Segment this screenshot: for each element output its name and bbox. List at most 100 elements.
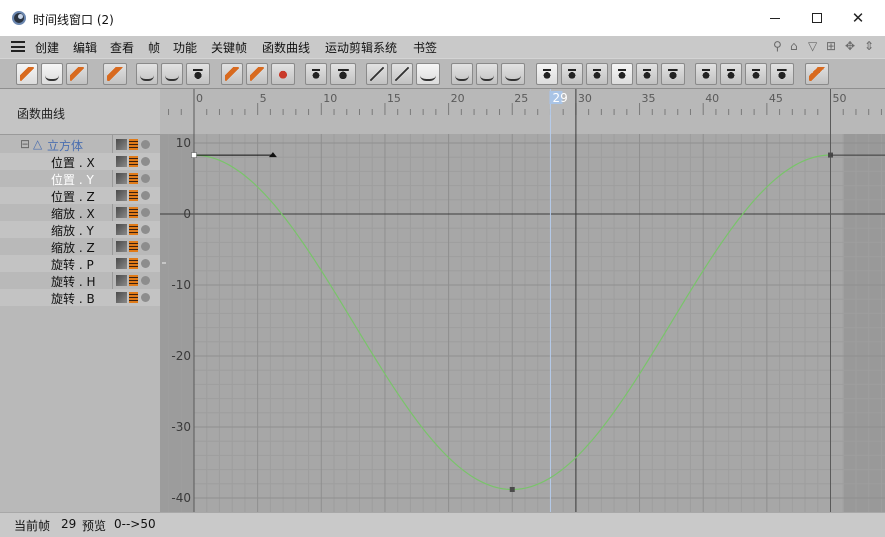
zero-length-button[interactable] bbox=[561, 63, 583, 85]
menu-bar: 创建 编辑 查看 帧 功能 关键帧 函数曲线 运动剪辑系统 书签 ⚲ ⌂ ▽ ⊞… bbox=[0, 36, 885, 58]
frame-tick-label: 30 bbox=[578, 92, 592, 105]
menu-create[interactable]: 创建 bbox=[35, 39, 59, 56]
frame-tick-label: 20 bbox=[451, 92, 465, 105]
f-curve-canvas[interactable]: 0 5 10 15 20 25 30 35 40 45 50 100-10-20-30-40 29 bbox=[160, 89, 885, 512]
track-row-rot-b[interactable]: 旋转 . B bbox=[0, 289, 160, 306]
key-lock-time-button[interactable] bbox=[695, 63, 717, 85]
insert-key-button[interactable] bbox=[246, 63, 268, 85]
record-key-button[interactable] bbox=[103, 63, 127, 85]
track-controls[interactable] bbox=[116, 207, 152, 218]
value-ruler bbox=[160, 89, 194, 512]
zero-angle-button[interactable] bbox=[536, 63, 558, 85]
frame-selected-button[interactable] bbox=[161, 63, 183, 85]
value-tick-label: -20 bbox=[171, 349, 191, 363]
menu-edit[interactable]: 编辑 bbox=[73, 39, 97, 56]
current-frame-label: 29 bbox=[552, 91, 567, 105]
track-controls[interactable] bbox=[116, 292, 152, 303]
mute-key-button[interactable] bbox=[745, 63, 767, 85]
value-tick-label: -40 bbox=[171, 491, 191, 505]
track-controls[interactable] bbox=[116, 156, 152, 167]
step-interp-button[interactable] bbox=[391, 63, 413, 85]
frame-tick-label: 35 bbox=[642, 92, 656, 105]
panel-header: 函数曲线 bbox=[0, 89, 160, 135]
frame-tick-label: 25 bbox=[514, 92, 528, 105]
frame-tick-label: 50 bbox=[833, 92, 847, 105]
menu-bookmarks[interactable]: 书签 bbox=[413, 39, 437, 56]
menu-f-curve[interactable]: 函数曲线 bbox=[262, 39, 310, 56]
key-lock-value-button[interactable] bbox=[720, 63, 742, 85]
lock-length-button[interactable] bbox=[611, 63, 633, 85]
menu-keyframes[interactable]: 关键帧 bbox=[211, 39, 247, 56]
toolbar bbox=[0, 58, 885, 89]
graph-background bbox=[160, 89, 885, 512]
track-controls[interactable] bbox=[116, 275, 152, 286]
menu-frame[interactable]: 帧 bbox=[148, 39, 160, 56]
track-label: 位置 . Z bbox=[51, 190, 95, 204]
title-bar: 时间线窗口 (2) ✕ bbox=[0, 0, 885, 36]
track-tree-panel: 函数曲线 ⊟ △ 立方体 位置 . X 位置 . Y 位置 . Z 缩放 . X… bbox=[0, 89, 160, 512]
spline-interp-button[interactable] bbox=[416, 63, 440, 85]
key-mode-button[interactable] bbox=[16, 63, 38, 85]
move-icon[interactable]: ✥ bbox=[845, 39, 855, 53]
track-row-pos-y[interactable]: 位置 . Y bbox=[0, 170, 160, 187]
close-button[interactable]: ✕ bbox=[838, 4, 878, 32]
current-frame-value: 29 bbox=[61, 517, 77, 531]
track-controls[interactable] bbox=[116, 258, 152, 269]
break-tangent-button[interactable] bbox=[305, 63, 327, 85]
add-key-button[interactable] bbox=[221, 63, 243, 85]
search-icon[interactable]: ⚲ bbox=[773, 39, 782, 53]
track-row-pos-z[interactable]: 位置 . Z bbox=[0, 187, 160, 204]
home-icon[interactable]: ⌂ bbox=[790, 39, 798, 53]
frame-preview-button[interactable] bbox=[186, 63, 210, 85]
track-controls[interactable] bbox=[116, 173, 152, 184]
track-controls[interactable] bbox=[116, 190, 152, 201]
new-window-icon[interactable]: ⊞ bbox=[826, 39, 836, 53]
lock-key-button[interactable] bbox=[770, 63, 794, 85]
track-row-rot-h[interactable]: 旋转 . H bbox=[0, 272, 160, 289]
panel-header-title: 函数曲线 bbox=[17, 107, 66, 121]
frame-tick-label: 5 bbox=[260, 92, 267, 105]
track-row-pos-x[interactable]: 位置 . X bbox=[0, 153, 160, 170]
linear-interp-button[interactable] bbox=[366, 63, 388, 85]
track-row-scale-z[interactable]: 缩放 . Z bbox=[0, 238, 160, 255]
track-label: 缩放 . Z bbox=[51, 241, 95, 255]
f-curve-mode-button[interactable] bbox=[41, 63, 63, 85]
collapse-toggle-icon[interactable]: ⊟ bbox=[20, 137, 30, 151]
frame-tick-label: 0 bbox=[196, 92, 203, 105]
object-row-cube[interactable]: ⊟ △ 立方体 bbox=[0, 136, 160, 153]
track-row-rot-p[interactable]: 旋转 . P bbox=[0, 255, 160, 272]
menu-functions[interactable]: 功能 bbox=[173, 39, 197, 56]
preview-caption: 预览 bbox=[82, 519, 107, 533]
track-controls[interactable] bbox=[116, 241, 152, 252]
filter-icon[interactable]: ▽ bbox=[808, 39, 817, 53]
delete-key-button[interactable] bbox=[271, 63, 295, 85]
maximize-button[interactable] bbox=[797, 4, 837, 32]
motion-mode-button[interactable] bbox=[66, 63, 88, 85]
track-label: 缩放 . Y bbox=[51, 224, 94, 238]
lock-time-button[interactable] bbox=[636, 63, 658, 85]
minimize-button[interactable] bbox=[755, 4, 795, 32]
ease-out-button[interactable] bbox=[476, 63, 498, 85]
track-controls[interactable] bbox=[116, 139, 152, 150]
keyframe-0[interactable] bbox=[191, 152, 197, 158]
lock-value-button[interactable] bbox=[661, 63, 685, 85]
keyframe-25[interactable] bbox=[509, 486, 515, 492]
cinema4d-app-icon bbox=[12, 11, 26, 25]
pin-icon[interactable]: ⇕ bbox=[864, 39, 874, 53]
track-controls[interactable] bbox=[116, 224, 152, 235]
ease-in-button[interactable] bbox=[451, 63, 473, 85]
hamburger-menu-icon[interactable] bbox=[11, 41, 25, 52]
track-label: 旋转 . H bbox=[51, 275, 96, 289]
track-row-scale-y[interactable]: 缩放 . Y bbox=[0, 221, 160, 238]
track-row-scale-x[interactable]: 缩放 . X bbox=[0, 204, 160, 221]
frame-all-button[interactable] bbox=[136, 63, 158, 85]
ease-ease-button[interactable] bbox=[501, 63, 525, 85]
menu-motion-clip[interactable]: 运动剪辑系统 bbox=[325, 39, 397, 56]
lock-angle-button[interactable] bbox=[586, 63, 608, 85]
minimize-icon bbox=[770, 17, 780, 19]
lock-tangent-button[interactable] bbox=[330, 63, 356, 85]
track-label: 旋转 . B bbox=[51, 292, 95, 306]
bake-button[interactable] bbox=[805, 63, 829, 85]
f-curve-graph[interactable]: 0 5 10 15 20 25 30 35 40 45 50 10 0 -10 -20 -30 -40 29 bbox=[160, 89, 885, 512]
menu-view[interactable]: 查看 bbox=[110, 39, 134, 56]
